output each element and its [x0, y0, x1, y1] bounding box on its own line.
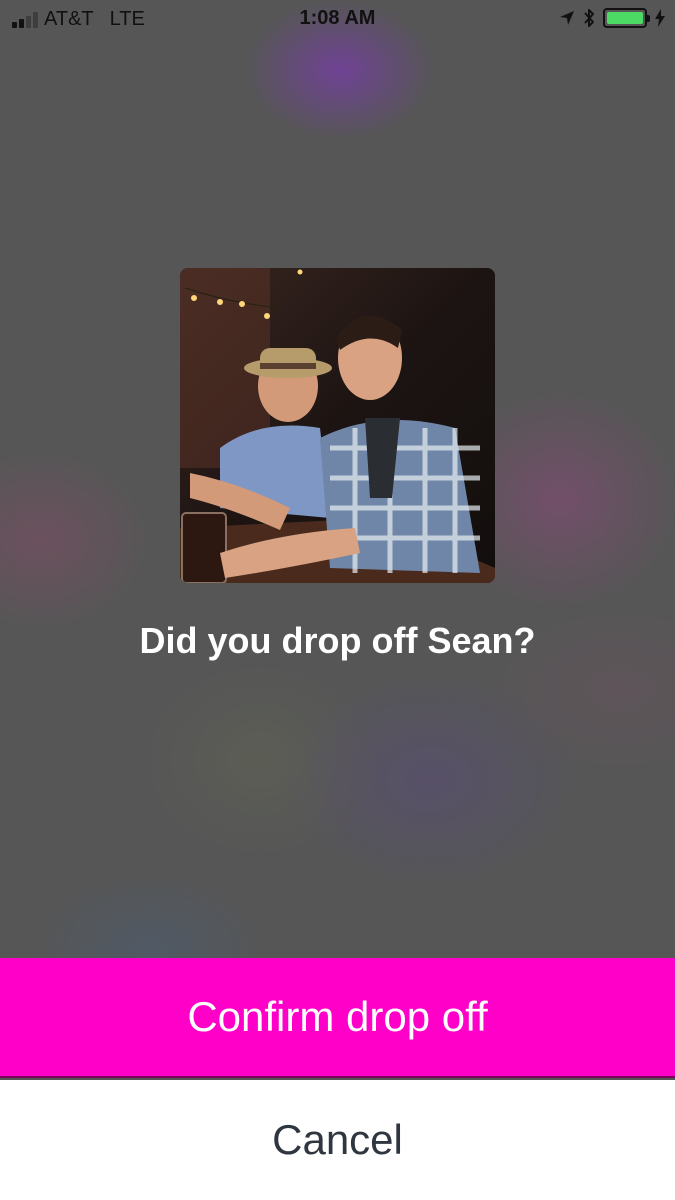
confirm-drop-off-button[interactable]: Confirm drop off	[0, 958, 675, 1078]
cancel-button[interactable]: Cancel	[0, 1080, 675, 1200]
battery-level	[607, 12, 643, 24]
status-right	[559, 8, 665, 28]
photo-illustration	[180, 268, 495, 583]
bluetooth-icon	[584, 9, 594, 27]
drop-off-prompt: Did you drop off Sean?	[139, 620, 536, 661]
location-arrow-icon	[560, 11, 574, 25]
charging-bolt-icon	[655, 9, 665, 27]
status-bar: AT&T LTE 1:08 AM	[0, 0, 675, 38]
profile-photo	[180, 268, 495, 583]
battery-icon	[603, 8, 650, 28]
